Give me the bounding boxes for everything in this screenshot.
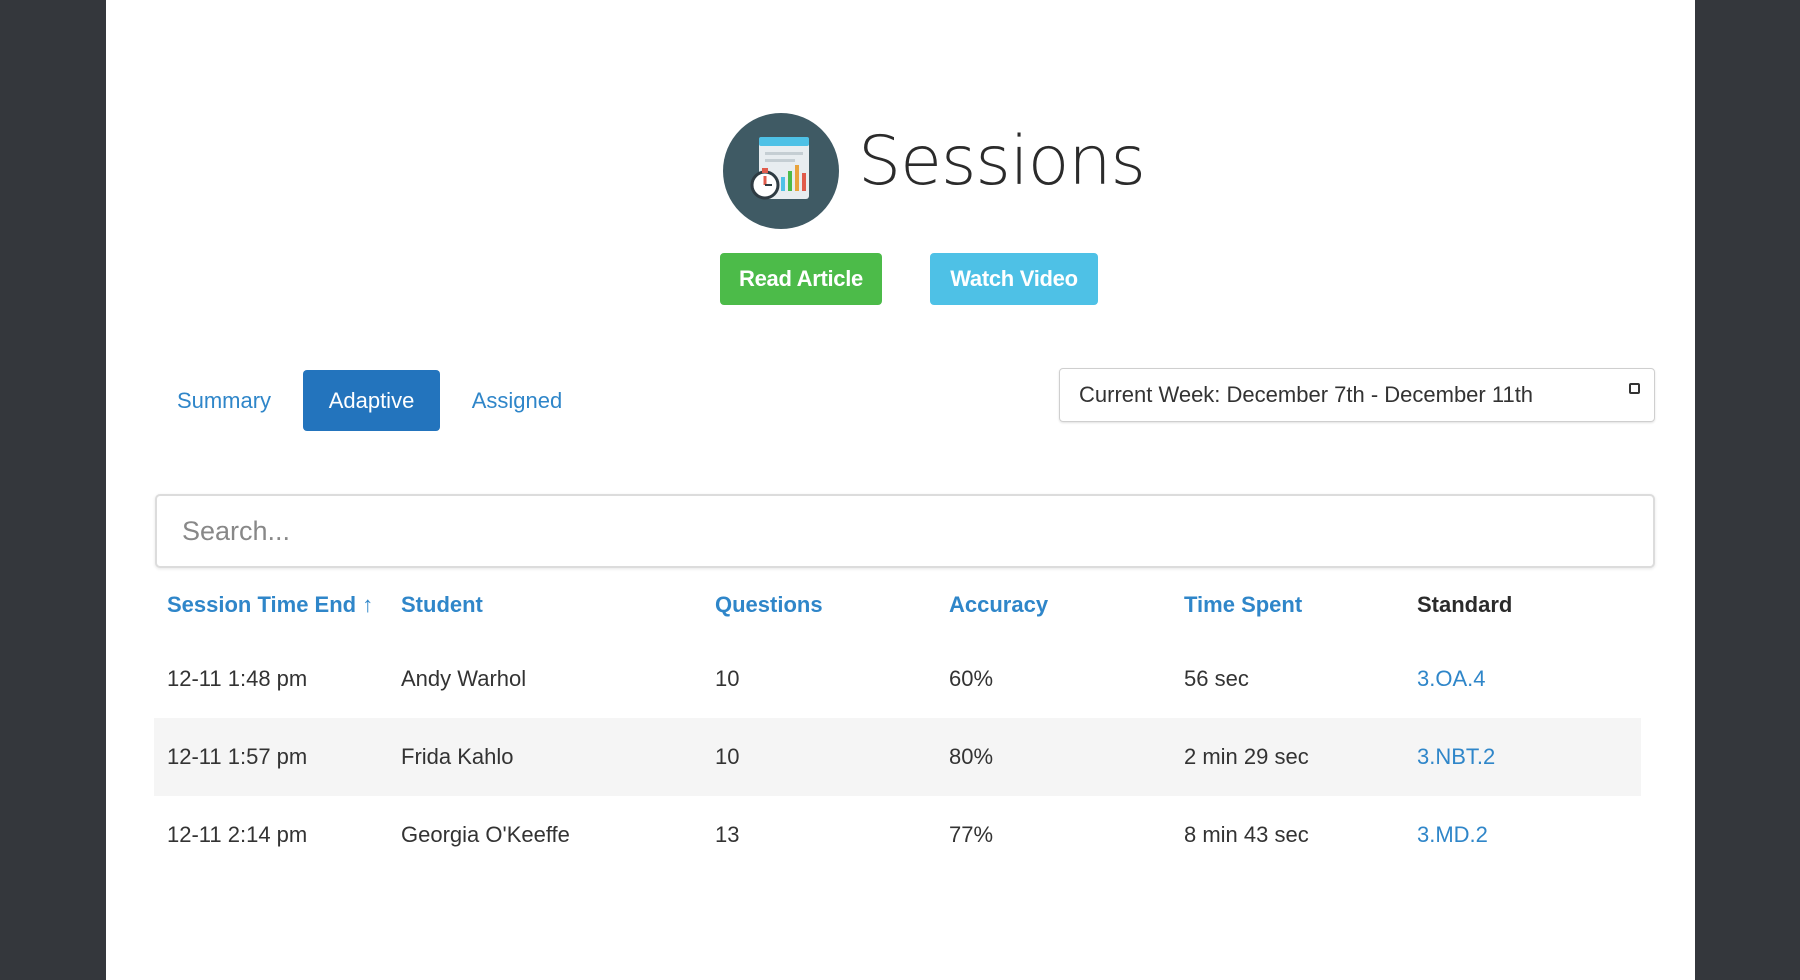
standard-link[interactable]: 3.MD.2 [1417,796,1488,874]
week-selector-label: Current Week: December 7th - December 11… [1079,382,1534,407]
table-header-row: Session Time End ↑ Student Questions Acc… [154,570,1641,640]
session-time-end-cell: 12-11 1:48 pm [167,666,308,691]
column-header-questions[interactable]: Questions [715,570,823,640]
page-title: Sessions [858,122,1146,201]
time-spent-cell: 56 sec [1184,666,1249,691]
week-selector[interactable]: Current Week: December 7th - December 11… [1059,368,1655,422]
search-input[interactable] [155,494,1655,568]
student-cell: Georgia O'Keeffe [401,822,570,847]
student-cell: Andy Warhol [401,666,527,691]
table-row: 12-11 2:14 pm Georgia O'Keeffe 13 77% 8 … [154,796,1641,874]
session-time-end-cell: 12-11 2:14 pm [167,822,308,847]
time-spent-cell: 8 min 43 sec [1184,822,1309,847]
accuracy-cell: 60% [949,666,994,691]
standard-link[interactable]: 3.OA.4 [1417,640,1485,718]
accuracy-cell: 77% [949,822,994,847]
watch-video-button[interactable]: Watch Video [930,253,1098,305]
column-header-accuracy[interactable]: Accuracy [949,570,1048,640]
questions-cell: 13 [715,822,740,847]
session-time-end-cell: 12-11 1:57 pm [167,744,308,769]
sessions-chart-stopwatch-icon [723,113,839,229]
tab-summary[interactable]: Summary [162,370,286,431]
accuracy-cell: 80% [949,744,994,769]
tab-assigned[interactable]: Assigned [456,370,578,431]
column-header-time-spent[interactable]: Time Spent [1184,570,1302,640]
student-cell: Frida Kahlo [401,744,514,769]
questions-cell: 10 [715,744,740,769]
column-header-standard: Standard [1417,592,1513,617]
questions-cell: 10 [715,666,740,691]
column-header-session-time-end[interactable]: Session Time End ↑ [167,570,373,640]
table-row: 12-11 1:57 pm Frida Kahlo 10 80% 2 min 2… [154,718,1641,796]
square-icon[interactable] [1629,383,1640,394]
sessions-table: Session Time End ↑ Student Questions Acc… [154,570,1641,874]
read-article-button[interactable]: Read Article [720,253,882,305]
column-header-student[interactable]: Student [401,570,483,640]
main-panel: Sessions Read Article Watch Video Summar… [106,0,1695,980]
table-row: 12-11 1:48 pm Andy Warhol 10 60% 56 sec … [154,640,1641,718]
tab-adaptive[interactable]: Adaptive [303,370,440,431]
standard-link[interactable]: 3.NBT.2 [1417,718,1495,796]
time-spent-cell: 2 min 29 sec [1184,744,1309,769]
